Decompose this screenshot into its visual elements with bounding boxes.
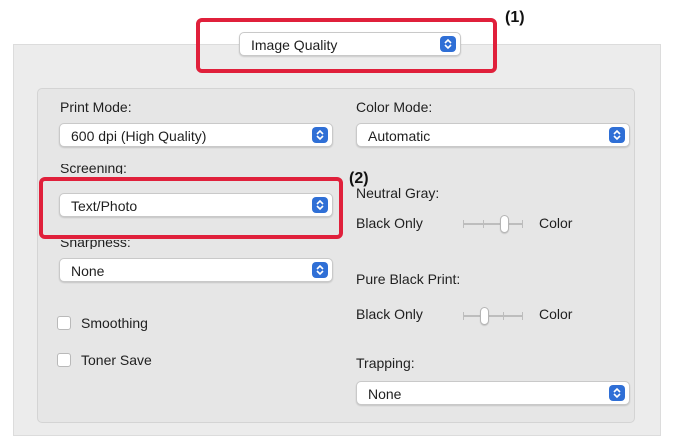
slider-tick [463,220,464,228]
neutral-gray-black-only-label: Black Only [356,215,423,231]
print-mode-popup[interactable]: 600 dpi (High Quality) [59,123,333,147]
trapping-value: None [368,386,402,402]
trapping-label: Trapping: [356,355,415,371]
neutral-gray-color-label: Color [539,215,573,231]
slider-knob[interactable] [480,307,489,325]
up-down-chevron-icon [312,127,328,143]
screening-label: Screening: [60,164,127,174]
toner-save-label: Toner Save [81,352,152,368]
smoothing-checkbox[interactable] [57,316,71,330]
callout-label-1: (1) [505,9,525,26]
smoothing-label: Smoothing [81,315,148,331]
up-down-chevron-icon [609,127,625,143]
slider-tick [522,220,523,228]
slider-tick [483,220,484,228]
slider-tick [503,312,504,320]
color-mode-popup[interactable]: Automatic [356,123,630,147]
pure-black-slider[interactable] [463,306,523,326]
slider-knob[interactable] [500,215,509,233]
sharpness-popup[interactable]: None [59,258,333,282]
pure-black-black-only-label: Black Only [356,306,423,322]
highlight-box-2 [39,177,343,239]
up-down-chevron-icon [609,385,625,401]
trapping-popup[interactable]: None [356,381,630,405]
print-mode-label: Print Mode: [60,99,132,115]
color-mode-label: Color Mode: [356,99,433,115]
slider-track [463,315,523,317]
up-down-chevron-icon [312,262,328,278]
pure-black-print-label: Pure Black Print: [356,271,461,287]
callout-label-2: (2) [348,170,370,188]
toner-save-checkbox[interactable] [57,353,71,367]
slider-tick [522,312,523,320]
slider-tick [463,312,464,320]
neutral-gray-slider[interactable] [463,214,523,234]
highlight-box-1 [196,18,497,73]
pure-black-color-label: Color [539,306,573,322]
print-mode-value: 600 dpi (High Quality) [71,128,207,144]
color-mode-value: Automatic [368,128,431,144]
slider-track [463,223,523,225]
sharpness-value: None [71,263,105,279]
sharpness-label: Sharpness: [60,240,131,249]
neutral-gray-label: Neutral Gray: [356,185,440,201]
